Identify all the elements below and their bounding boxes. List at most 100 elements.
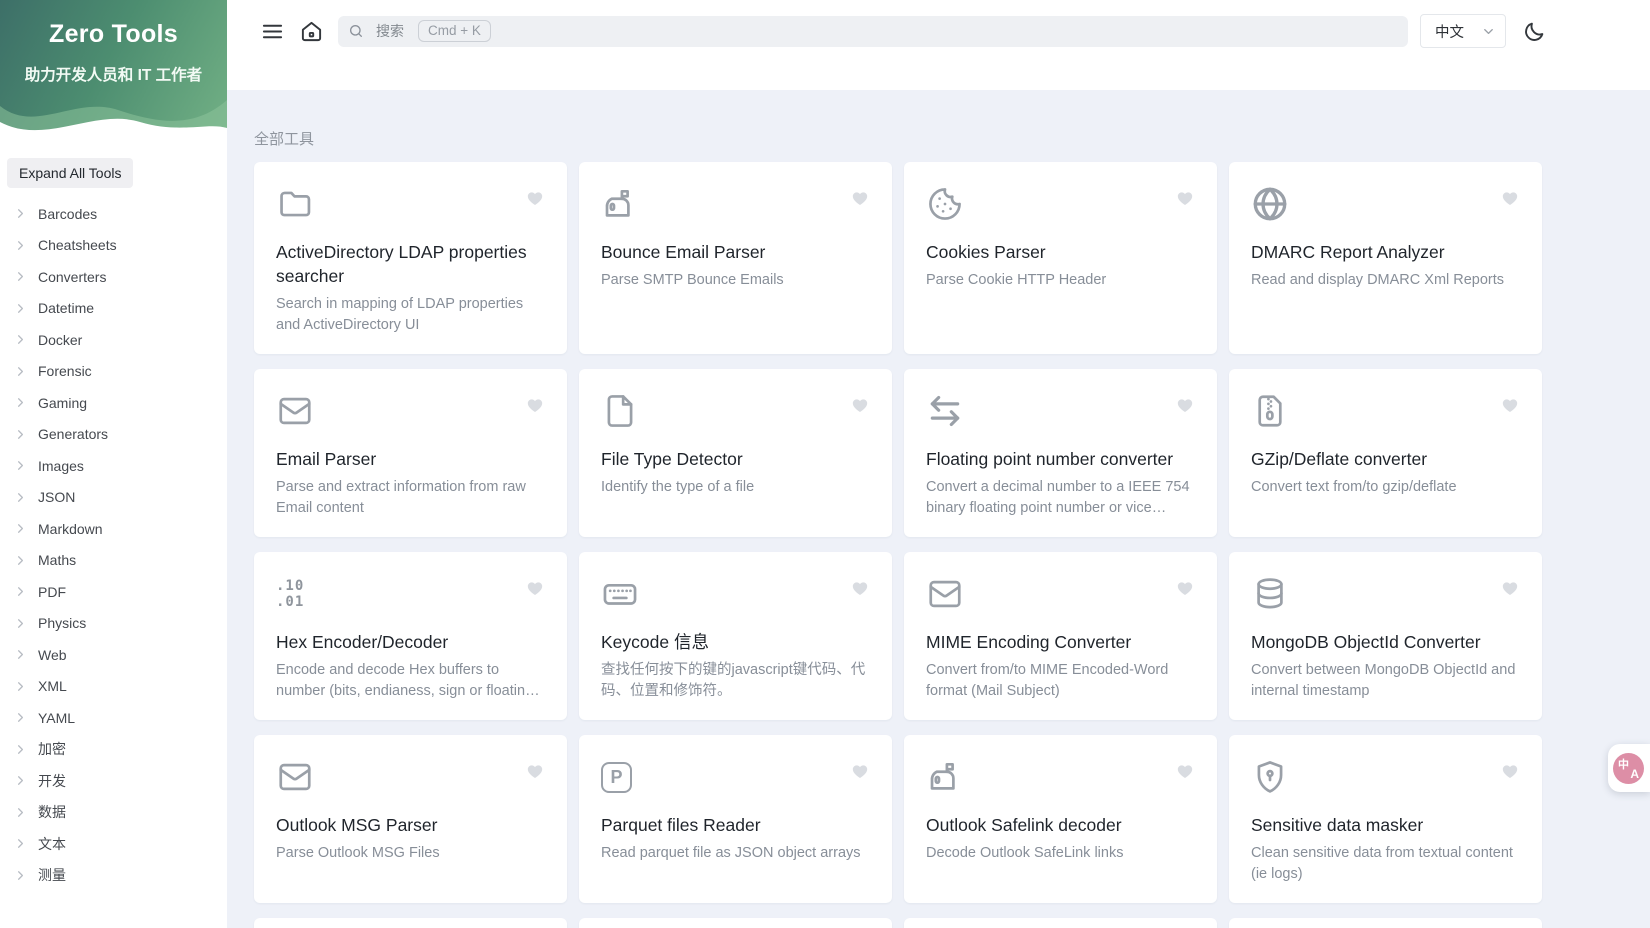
tool-card[interactable]: Sensitive data masker Clean sensitive da… <box>1229 735 1542 903</box>
heart-icon <box>852 765 868 778</box>
tool-card[interactable]: Keycode 信息 查找任何按下的键的javascript键代码、代码、位置和… <box>579 552 892 720</box>
hero-wave-decoration <box>0 100 227 150</box>
tool-card[interactable]: Cookies Parser Parse Cookie HTTP Header <box>904 162 1217 354</box>
chevron-right-icon <box>13 741 29 757</box>
tool-card-partial[interactable] <box>579 918 892 928</box>
favorite-button[interactable] <box>525 578 545 601</box>
tool-card[interactable]: DMARC Report Analyzer Read and display D… <box>1229 162 1542 354</box>
favorite-button[interactable] <box>525 761 545 784</box>
sidebar-item-yaml[interactable]: YAML <box>0 702 227 734</box>
favorite-button[interactable] <box>1500 395 1520 418</box>
sidebar-item-web[interactable]: Web <box>0 639 227 671</box>
chevron-right-icon <box>13 332 29 348</box>
tool-title: Sensitive data masker <box>1251 815 1424 835</box>
tool-title: MIME Encoding Converter <box>926 632 1132 652</box>
favorite-button[interactable] <box>1175 188 1195 211</box>
heart-icon <box>527 192 543 205</box>
sidebar-item-cheatsheets[interactable]: Cheatsheets <box>0 230 227 262</box>
sidebar-item-markdown[interactable]: Markdown <box>0 513 227 545</box>
tool-card-partial[interactable] <box>1229 918 1542 928</box>
favorite-button[interactable] <box>1500 188 1520 211</box>
sidebar-item-images[interactable]: Images <box>0 450 227 482</box>
favorite-button[interactable] <box>525 395 545 418</box>
tool-title: File Type Detector <box>601 449 743 469</box>
sidebar-item-xml[interactable]: XML <box>0 671 227 703</box>
tool-card[interactable]: Outlook Safelink decoder Decode Outlook … <box>904 735 1217 903</box>
expand-all-tools-button[interactable]: Expand All Tools <box>7 158 134 188</box>
favorite-button[interactable] <box>525 188 545 211</box>
favorite-button[interactable] <box>1500 578 1520 601</box>
favorite-button[interactable] <box>850 578 870 601</box>
favorite-button[interactable] <box>1175 578 1195 601</box>
tool-description: Convert from/to MIME Encoded-Word format… <box>926 662 1169 699</box>
chevron-right-icon <box>13 426 29 442</box>
sidebar-item-physics[interactable]: Physics <box>0 608 227 640</box>
tool-card[interactable]: P Parquet files Reader Read parquet file… <box>579 735 892 903</box>
favorite-button[interactable] <box>850 188 870 211</box>
sidebar-item-forensic[interactable]: Forensic <box>0 356 227 388</box>
tool-card[interactable]: GZip/Deflate converter Convert text from… <box>1229 369 1542 537</box>
search-input[interactable]: 搜索 Cmd + K <box>338 15 1408 47</box>
tool-card-partial[interactable] <box>254 918 567 928</box>
tools-grid: ActiveDirectory LDAP properties searcher… <box>254 162 1542 928</box>
favorite-button[interactable] <box>1175 761 1195 784</box>
chevron-right-icon <box>13 363 29 379</box>
sidebar-item-label: Markdown <box>38 520 103 537</box>
favorite-button[interactable] <box>1500 761 1520 784</box>
home-button[interactable] <box>296 16 326 46</box>
tool-card[interactable]: MongoDB ObjectId Converter Convert betwe… <box>1229 552 1542 720</box>
tool-description: Read parquet file as JSON object arrays <box>601 845 861 861</box>
tool-card[interactable]: .10.01 Hex Encoder/Decoder Encode and de… <box>254 552 567 720</box>
tool-title: Parquet files Reader <box>601 815 761 835</box>
tool-card[interactable]: Email Parser Parse and extract informati… <box>254 369 567 537</box>
section-title: 全部工具 <box>254 131 315 148</box>
sidebar-item-label: 开发 <box>38 772 66 789</box>
app-title: Zero Tools <box>49 20 178 48</box>
tool-description: Parse SMTP Bounce Emails <box>601 272 784 288</box>
tool-card[interactable]: File Type Detector Identify the type of … <box>579 369 892 537</box>
favorite-button[interactable] <box>1175 395 1195 418</box>
tool-description: Convert text from/to gzip/deflate <box>1251 479 1457 495</box>
sidebar-item-generators[interactable]: Generators <box>0 419 227 451</box>
tool-card[interactable]: Outlook MSG Parser Parse Outlook MSG Fil… <box>254 735 567 903</box>
sidebar-item-开发[interactable]: 开发 <box>0 765 227 797</box>
sidebar-item-测量[interactable]: 测量 <box>0 860 227 892</box>
swap-arrows-icon <box>926 391 966 431</box>
menu-toggle-button[interactable] <box>257 16 287 46</box>
sidebar-item-json[interactable]: JSON <box>0 482 227 514</box>
sidebar-item-加密[interactable]: 加密 <box>0 734 227 766</box>
sidebar-item-label: Converters <box>38 268 107 285</box>
sidebar-item-maths[interactable]: Maths <box>0 545 227 577</box>
sidebar-item-文本[interactable]: 文本 <box>0 828 227 860</box>
tool-description: Convert a decimal number to a IEEE 754 b… <box>926 479 1190 516</box>
dark-mode-toggle[interactable] <box>1519 16 1549 46</box>
database-icon <box>1251 574 1291 614</box>
tool-card-partial[interactable] <box>904 918 1217 928</box>
translate-button[interactable]: 中 A <box>1613 752 1644 784</box>
tool-card[interactable]: Floating point number converter Convert … <box>904 369 1217 537</box>
favorite-button[interactable] <box>850 395 870 418</box>
shield-lock-icon <box>1251 757 1291 797</box>
tool-card[interactable]: ActiveDirectory LDAP properties searcher… <box>254 162 567 354</box>
sidebar-item-barcodes[interactable]: Barcodes <box>0 198 227 230</box>
sidebar-item-docker[interactable]: Docker <box>0 324 227 356</box>
chevron-right-icon <box>13 521 29 537</box>
tool-card[interactable]: MIME Encoding Converter Convert from/to … <box>904 552 1217 720</box>
sidebar-item-label: XML <box>38 678 67 695</box>
sidebar-item-pdf[interactable]: PDF <box>0 576 227 608</box>
favorite-button[interactable] <box>850 761 870 784</box>
heart-icon <box>527 765 543 778</box>
heart-icon <box>852 192 868 205</box>
sidebar-item-gaming[interactable]: Gaming <box>0 387 227 419</box>
chevron-right-icon <box>13 269 29 285</box>
chevron-right-icon <box>13 647 29 663</box>
tool-card[interactable]: Bounce Email Parser Parse SMTP Bounce Em… <box>579 162 892 354</box>
sidebar-item-数据[interactable]: 数据 <box>0 797 227 829</box>
sidebar-item-label: Web <box>38 646 67 663</box>
language-selector[interactable]: 中文 <box>1420 14 1506 48</box>
sidebar-item-datetime[interactable]: Datetime <box>0 293 227 325</box>
chevron-right-icon <box>13 584 29 600</box>
globe-icon <box>1251 184 1291 224</box>
tool-description: Parse Cookie HTTP Header <box>926 272 1107 288</box>
sidebar-item-converters[interactable]: Converters <box>0 261 227 293</box>
